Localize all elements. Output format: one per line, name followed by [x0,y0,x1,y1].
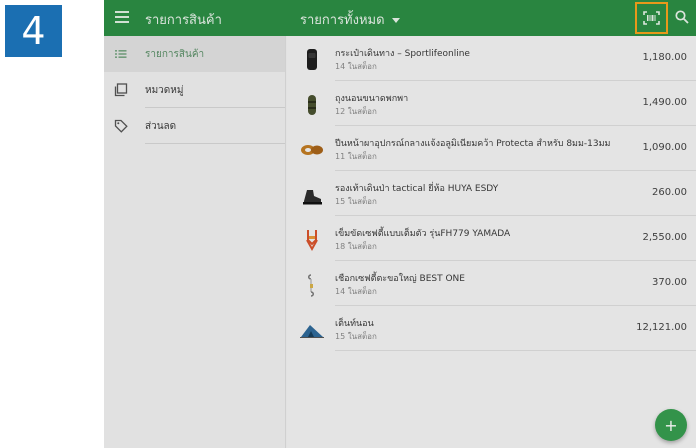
category-filter-dropdown[interactable]: รายการทั้งหมด [300,9,400,30]
sidebar-item-items[interactable]: รายการสินค้า [104,36,285,72]
sleeping-bag-icon [308,95,316,115]
product-name: เต็นท์นอน [335,319,374,329]
sidebar-item-label: รายการสินค้า [145,49,205,60]
rope-hook-icon [308,274,314,297]
sidebar-item-discounts[interactable]: ส่วนลด [104,108,285,144]
product-price: 1,090.00 [642,142,687,153]
backpack-icon [307,49,317,70]
product-stock: 14 ในสต็อก [335,287,377,296]
product-stock: 14 ในสต็อก [335,62,377,71]
list-item[interactable]: เต็นท์นอน 15 ในสต็อก 12,121.00 [287,306,696,351]
divider [335,350,696,351]
list-icon [115,50,127,58]
sidebar-item-categories[interactable]: หมวดหมู่ [104,72,285,108]
sidebar: รายการสินค้า หมวดหมู่ ส่วนลด [104,36,286,448]
list-item[interactable]: ปีนหน้าผาอุปกรณ์กลางแจ้งอลูมิเนียมคว้า P… [287,126,696,171]
tag-icon [114,119,128,133]
list-item[interactable]: รองเท้าเดินป่า tactical ยี่ห้อ HUYA ESDY… [287,171,696,216]
list-item[interactable]: ถุงนอนขนาดพกพา 12 ในสต็อก 1,490.00 [287,81,696,126]
list-item[interactable]: เชือกเซฟตี้ตะขอใหญ่ BEST ONE 14 ในสต็อก … [287,261,696,306]
product-price: 12,121.00 [636,322,687,333]
product-price: 1,490.00 [642,97,687,108]
product-name: เชือกเซฟตี้ตะขอใหญ่ BEST ONE [335,274,465,284]
categories-icon [114,83,128,97]
product-stock: 15 ในสต็อก [335,332,377,341]
divider [145,143,285,144]
caret-down-icon [391,18,400,23]
step-number-badge: 4 [5,5,62,57]
product-stock: 15 ในสต็อก [335,197,377,206]
barcode-scan-button[interactable] [635,2,668,34]
search-icon[interactable] [674,9,690,25]
list-item[interactable]: เข็มขัดเซฟตี้แบบเต็มตัว รุ่นFH779 YAMADA… [287,216,696,261]
product-stock: 18 ในสต็อก [335,242,377,251]
filter-label: รายการทั้งหมด [300,13,385,28]
product-price: 370.00 [652,277,687,288]
product-name: ถุงนอนขนาดพกพา [335,94,409,104]
tent-icon [300,325,324,338]
sidebar-item-label: ส่วนลด [145,121,177,132]
top-app-bar: รายการสินค้า รายการทั้งหมด [104,0,696,36]
barcode-scan-icon [643,11,660,25]
pos-app-window: รายการสินค้า รายการทั้งหมด รายการสินค้า … [104,0,696,448]
product-price: 1,180.00 [642,52,687,63]
menu-icon[interactable] [114,9,130,25]
product-stock: 11 ในสต็อก [335,152,377,161]
product-list: กระเป๋าเดินทาง – Sportlifeonline 14 ในสต… [287,36,696,448]
list-item[interactable]: กระเป๋าเดินทาง – Sportlifeonline 14 ในสต… [287,36,696,81]
product-name: ปีนหน้าผาอุปกรณ์กลางแจ้งอลูมิเนียมคว้า P… [335,139,611,149]
boot-icon [303,190,322,205]
harness-icon [306,230,318,252]
page-title: รายการสินค้า [145,13,222,28]
product-price: 2,550.00 [642,232,687,243]
product-name: รองเท้าเดินป่า tactical ยี่ห้อ HUYA ESDY [335,184,499,194]
product-name: กระเป๋าเดินทาง – Sportlifeonline [335,49,470,59]
product-stock: 12 ในสต็อก [335,107,377,116]
add-product-button[interactable]: + [655,409,687,441]
product-price: 260.00 [652,187,687,198]
climbing-gear-icon [301,145,323,155]
product-name: เข็มขัดเซฟตี้แบบเต็มตัว รุ่นFH779 YAMADA [335,229,511,239]
screen: 4 รายการสินค้า รายการทั้งหมด รายการสินค้… [0,0,696,448]
sidebar-item-label: หมวดหมู่ [145,85,184,96]
